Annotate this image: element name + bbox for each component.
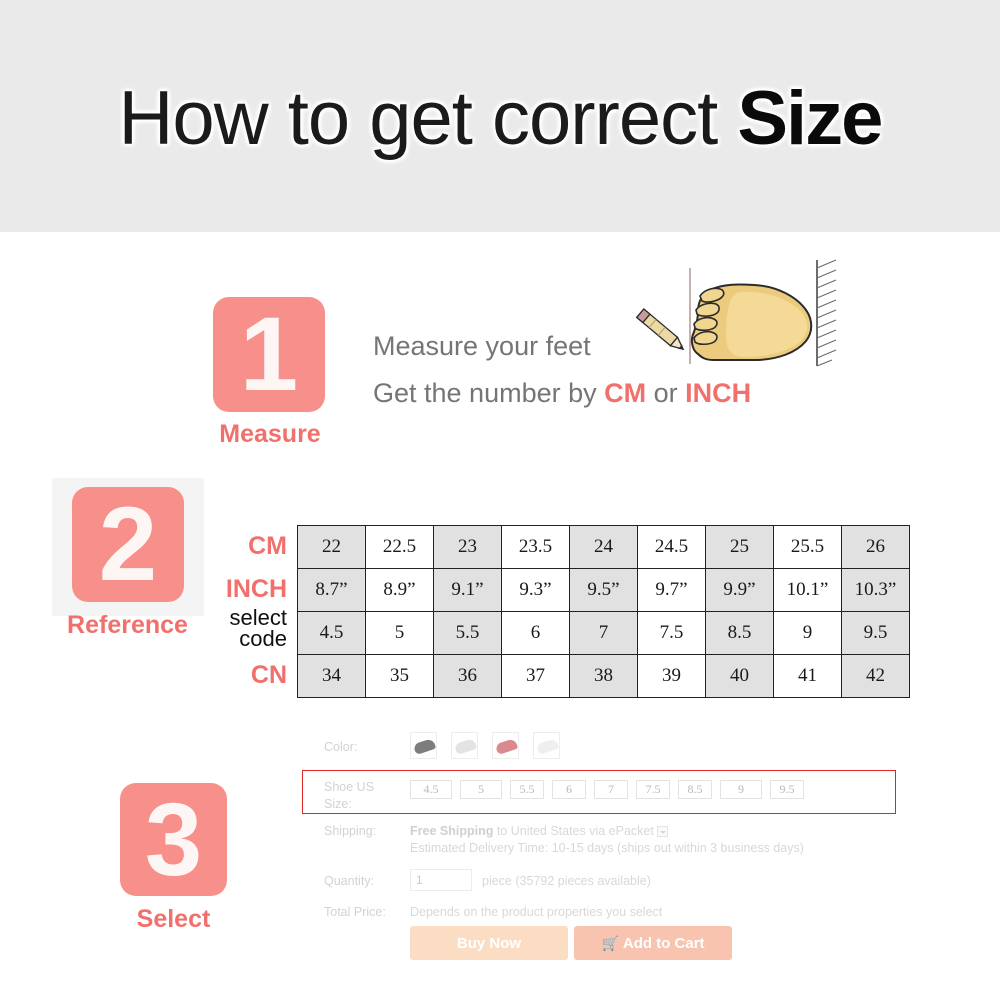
size-option-6[interactable]: 6: [552, 780, 586, 799]
table-row-select-code: 4.5 5 5.5 6 7 7.5 8.5 9 9.5: [297, 611, 910, 655]
table-cell: 9.5”: [569, 568, 638, 612]
table-cell: 9.5: [841, 611, 910, 655]
table-cell: 39: [637, 654, 706, 698]
page-title-light: How to get correct: [118, 76, 738, 161]
table-row-cn: 34 35 36 37 38 39 40 41 42: [297, 654, 910, 698]
step-2-number: 2: [98, 486, 158, 603]
table-cell: 9.1”: [433, 568, 502, 612]
table-cell: 5.5: [433, 611, 502, 655]
measure-line2-prefix: Get the number by: [373, 378, 605, 408]
size-option-5[interactable]: 5: [460, 780, 502, 799]
table-cell: 9.3”: [501, 568, 570, 612]
table-cell: 10.1”: [773, 568, 842, 612]
buy-now-button[interactable]: Buy Now: [410, 926, 568, 960]
table-cell: 22: [297, 525, 366, 569]
measure-line2-mid: or: [646, 378, 686, 408]
table-cell: 23: [433, 525, 502, 569]
table-cell: 6: [501, 611, 570, 655]
add-to-cart-label: Add to Cart: [622, 934, 705, 952]
shipping-value: Free Shipping to United States via ePack…: [410, 824, 668, 838]
quantity-input[interactable]: 1: [410, 869, 472, 891]
shopping-cart-icon: 🛒: [601, 934, 619, 951]
table-cell: 24: [569, 525, 638, 569]
size-option-4-5[interactable]: 4.5: [410, 780, 452, 799]
step-1-caption: Measure: [219, 420, 321, 448]
table-cell: 23.5: [501, 525, 570, 569]
table-cell: 26: [841, 525, 910, 569]
step-1-badge: 1: [213, 297, 325, 412]
table-cell: 38: [569, 654, 638, 698]
quantity-label: Quantity:: [324, 874, 375, 888]
size-guide-page: How to get correct Size 1 Measure Measur…: [0, 0, 1000, 1000]
size-option-9[interactable]: 9: [720, 780, 762, 799]
table-row-label-select-code: select code: [167, 605, 287, 651]
table-cell: 4.5: [297, 611, 366, 655]
step-1-number: 1: [239, 296, 299, 413]
buy-now-label: Buy Now: [456, 934, 522, 952]
quantity-availability-text: piece (35792 pieces available): [482, 874, 651, 888]
step-3-badge: 3: [120, 783, 227, 896]
table-cell: 8.9”: [365, 568, 434, 612]
color-swatch-light[interactable]: [533, 732, 560, 759]
table-cell: 25: [705, 525, 774, 569]
step-3-caption: Select: [136, 905, 211, 933]
table-row-inch: 8.7” 8.9” 9.1” 9.3” 9.5” 9.7” 9.9” 10.1”…: [297, 568, 910, 612]
shoe-size-label-line-2: Size:: [324, 797, 352, 811]
color-swatch-red[interactable]: [492, 732, 519, 759]
table-cell: 9.7”: [637, 568, 706, 612]
chevron-down-icon[interactable]: [656, 826, 668, 837]
table-cell: 25.5: [773, 525, 842, 569]
table-cell: 9.9”: [705, 568, 774, 612]
table-cell: 8.7”: [297, 568, 366, 612]
size-option-9-5[interactable]: 9.5: [770, 780, 804, 799]
shipping-destination-text: to United States via ePacket: [493, 824, 654, 838]
size-option-8-5[interactable]: 8.5: [678, 780, 712, 799]
step-3-number: 3: [144, 782, 203, 897]
table-cell: 7: [569, 611, 638, 655]
page-title-bold: Size: [737, 76, 883, 161]
free-shipping-text: Free Shipping: [410, 824, 494, 838]
total-price-label: Total Price:: [324, 905, 386, 919]
size-option-5-5[interactable]: 5.5: [510, 780, 544, 799]
table-row-label-cm: CM: [248, 532, 287, 560]
table-cell: 34: [297, 654, 366, 698]
shoe-size-label-line-1: Shoe US: [324, 780, 375, 794]
table-cell: 42: [841, 654, 910, 698]
measure-instruction-line-1: Measure your feet: [373, 331, 591, 361]
table-cell: 8.5: [705, 611, 774, 655]
table-cell: 35: [365, 654, 434, 698]
add-to-cart-button[interactable]: 🛒 Add to Cart: [574, 926, 732, 960]
size-conversion-table: 22 22.5 23 23.5 24 24.5 25 25.5 26 8.7” …: [297, 525, 910, 698]
select-code-line-2: code: [239, 626, 287, 651]
delivery-estimate-note: Estimated Delivery Time: 10-15 days (shi…: [410, 841, 804, 855]
product-page-mock: Color: Shoe US Size: 4.5 5 5.5 6 7 7.5 8…: [302, 728, 902, 968]
color-swatch-gray[interactable]: [410, 732, 437, 759]
color-swatch-white[interactable]: [451, 732, 478, 759]
table-cell: 41: [773, 654, 842, 698]
table-row-label-cn: CN: [250, 661, 287, 689]
foot-measure-illustration: [635, 259, 837, 367]
table-row-cm: 22 22.5 23 23.5 24 24.5 25 25.5 26: [297, 525, 910, 569]
table-cell: 37: [501, 654, 570, 698]
table-cell: 24.5: [637, 525, 706, 569]
unit-inch-label: INCH: [685, 378, 752, 408]
total-price-value: Depends on the product properties you se…: [410, 905, 663, 919]
table-cell: 22.5: [365, 525, 434, 569]
table-cell: 36: [433, 654, 502, 698]
table-cell: 9: [773, 611, 842, 655]
unit-cm-label: CM: [604, 378, 647, 408]
page-title: How to get correct Size: [0, 78, 1000, 160]
size-option-7-5[interactable]: 7.5: [636, 780, 670, 799]
shipping-label: Shipping:: [324, 824, 377, 838]
size-option-7[interactable]: 7: [594, 780, 628, 799]
table-cell: 5: [365, 611, 434, 655]
select-code-line-1: select: [229, 605, 287, 630]
table-cell: 40: [705, 654, 774, 698]
color-label: Color:: [324, 740, 358, 754]
table-cell: 10.3”: [841, 568, 910, 612]
table-cell: 7.5: [637, 611, 706, 655]
measure-instruction-line-2: Get the number by CM or INCH: [373, 378, 751, 409]
